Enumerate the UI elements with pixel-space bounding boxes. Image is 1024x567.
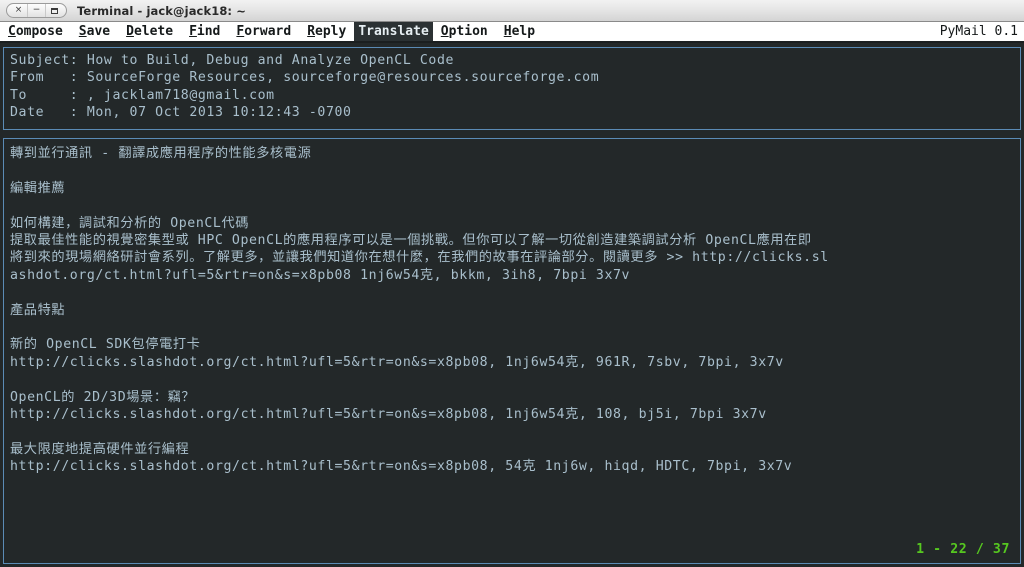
menu-item-help[interactable]: Help <box>496 22 543 41</box>
body-line: OpenCL的 2D/3D場景：竊？ <box>10 389 196 405</box>
body-line <box>10 197 1020 214</box>
body-line: ashdot.org/ct.html?ufl=5&rtr=on&s=x8pb08… <box>10 267 631 283</box>
menu-label-translate: Translate <box>358 24 429 39</box>
menu-item-translate[interactable]: Translate <box>354 22 433 41</box>
menu-label-delete: elete <box>133 24 174 39</box>
body-line-url: http://clicks.slashdot.org/ct.html?ufl=5… <box>10 459 793 475</box>
body-line: 最大限度地提高硬件並行編程 <box>10 441 190 457</box>
menu-label-compose: ompose <box>15 24 63 39</box>
body-line-url: http://clicks.slashdot.org/ct.html?ufl=5… <box>10 354 784 370</box>
menu-hotkey-delete: D <box>126 24 134 39</box>
menu-hotkey-forward: F <box>236 24 245 39</box>
email-header-panel: Subject: How to Build, Debug and Analyze… <box>3 47 1021 130</box>
menu-label-option: ption <box>448 24 488 39</box>
minimize-icon[interactable]: − <box>27 4 45 17</box>
window-title: Terminal - jack@jack18: ~ <box>77 3 246 18</box>
menu-item-option[interactable]: Option <box>433 22 496 41</box>
menu-label-save: ave <box>86 24 111 39</box>
body-line: 如何構建，調試和分析的 OpenCL代碼 <box>10 215 250 231</box>
terminal-window: × − Terminal - jack@jack18: ~ Compose Sa… <box>0 0 1024 567</box>
menu-hotkey-find: F <box>189 24 197 39</box>
maximize-square-glyph <box>51 7 58 14</box>
menu-hotkey-option: O <box>440 24 449 39</box>
menu-hotkey-save: S <box>78 24 87 39</box>
body-line: 提取最佳性能的視覺密集型或 HPC OpenCL的應用程序可以是一個挑戰。但你可… <box>10 233 812 249</box>
menu-item-delete[interactable]: Delete <box>118 22 181 41</box>
menu-hotkey-reply: R <box>307 24 316 39</box>
menu-label-forward: orward <box>244 24 292 39</box>
body-line <box>10 284 1020 301</box>
menu-item-find[interactable]: Find <box>181 22 228 41</box>
body-line: 編輯推薦 <box>10 180 66 196</box>
email-to-line: To : , jacklam718@gmail.com <box>10 87 275 103</box>
window-controls: × − <box>6 3 67 18</box>
menu-hotkey-help: H <box>503 24 512 39</box>
body-line <box>10 319 1020 336</box>
menu-item-reply[interactable]: Reply <box>299 22 354 41</box>
email-subject-line: Subject: How to Build, Debug and Analyze… <box>10 53 455 68</box>
menu-item-forward[interactable]: Forward <box>228 22 299 41</box>
menu-spacer <box>543 22 932 41</box>
window-titlebar: × − Terminal - jack@jack18: ~ <box>0 0 1024 22</box>
menu-label-help: elp <box>511 24 536 39</box>
menu-item-compose[interactable]: Compose <box>0 22 71 41</box>
maximize-icon[interactable] <box>45 4 63 17</box>
app-version-label: PyMail 0.1 <box>939 24 1018 39</box>
body-line: 轉到並行通訊 - 翻譯成應用程序的性能多核電源 <box>10 146 312 161</box>
body-line: 將到來的現場網絡研討會系列。了解更多，並讓我們知道你在想什麼，在我們的故事在評論… <box>10 250 829 266</box>
email-date-line: Date : Mon, 07 Oct 2013 10:12:43 -0700 <box>10 105 352 121</box>
body-line <box>10 371 1020 388</box>
body-line: 新的 OpenCL SDK包停電打卡 <box>10 337 201 353</box>
menu-item-save[interactable]: Save <box>71 22 118 41</box>
email-body-panel: 轉到並行通訊 - 翻譯成應用程序的性能多核電源 編輯推薦 如何構建，調試和分析的… <box>3 138 1021 564</box>
pager-status: 1 - 22 / 37 <box>916 542 1010 557</box>
menu-bar: Compose Save Delete Find Forward Reply T… <box>0 22 1024 43</box>
body-line <box>10 424 1020 441</box>
menu-label-reply: eply <box>315 24 347 39</box>
menu-label-find: ind <box>196 24 221 39</box>
email-from-line: From : SourceForge Resources, sourceforg… <box>10 70 600 86</box>
menu-hotkey-compose: C <box>8 24 16 39</box>
close-icon[interactable]: × <box>10 4 27 17</box>
body-line-url: http://clicks.slashdot.org/ct.html?ufl=5… <box>10 407 767 423</box>
body-line: 產品特點 <box>10 302 66 318</box>
body-line <box>10 162 1020 179</box>
terminal-content: Subject: How to Build, Debug and Analyze… <box>0 43 1024 567</box>
